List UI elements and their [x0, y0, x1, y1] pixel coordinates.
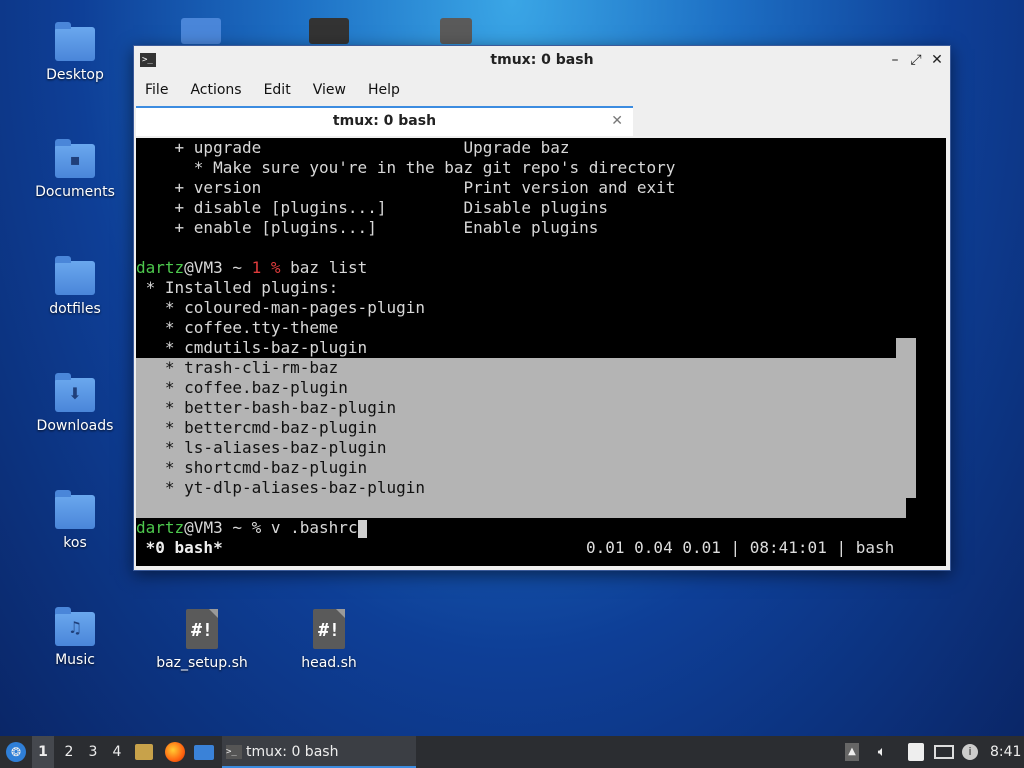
output-line: * shortcmd-baz-plugin [136, 458, 368, 477]
menu-edit[interactable]: Edit [253, 82, 302, 98]
task-label: tmux: 0 bash [246, 744, 339, 760]
tab-bar: tmux: 0 bash ✕ [134, 104, 950, 136]
tmux-status-left: *0 bash* [136, 538, 223, 557]
terminal-line: + upgrade Upgrade baz [136, 138, 570, 157]
terminal-line: * Make sure you're in the baz git repo's… [136, 158, 676, 177]
workspace-3[interactable]: 3 [84, 736, 102, 768]
icon-label: baz_setup.sh [156, 655, 248, 671]
output-line: * yt-dlp-aliases-baz-plugin [136, 478, 425, 497]
tab-tmux[interactable]: tmux: 0 bash ✕ [136, 106, 633, 136]
icon-label: Music [55, 652, 95, 668]
music-folder-icon: ♫ [55, 607, 95, 646]
baz-setup-script[interactable]: #! baz_setup.sh [152, 609, 252, 671]
terminal-line: + enable [plugins...] Enable plugins [136, 218, 599, 237]
start-menu-icon[interactable]: ❂ [6, 742, 26, 762]
head-script[interactable]: #! head.sh [279, 609, 379, 671]
text-cursor [357, 519, 367, 538]
prompt-host: @VM3 ~ % [184, 518, 271, 537]
menu-bar: File Actions Edit View Help [134, 76, 950, 104]
firefox-icon[interactable] [165, 742, 185, 762]
terminal-output[interactable]: + upgrade Upgrade baz * Make sure you're… [136, 138, 946, 566]
tab-label: tmux: 0 bash [332, 113, 437, 129]
command: baz list [290, 258, 368, 277]
volume-icon[interactable]: 🔈︎ [872, 736, 892, 768]
partial-file-icon[interactable] [440, 18, 472, 44]
downloads-folder[interactable]: ⬇ Downloads [25, 373, 125, 434]
command: v .bashrc [270, 518, 358, 537]
output-line: * coloured-man-pages-plugin [136, 298, 425, 317]
text-selection [136, 498, 906, 518]
terminal-window[interactable]: >_ tmux: 0 bash – ⤢ ✕ File Actions Edit … [133, 45, 951, 571]
text-selection [896, 338, 916, 358]
exit-code: 1 [251, 258, 262, 277]
output-line: * Installed plugins: [136, 278, 339, 297]
terminal-task-icon: >_ [226, 745, 242, 759]
output-line: * coffee.tty-theme [136, 318, 339, 337]
output-line: * bettercmd-baz-plugin [136, 418, 377, 437]
maximize-button[interactable]: ⤢ [907, 51, 925, 69]
prompt-line: dartz@VM3 ~ % v .bashrc [136, 518, 367, 538]
prompt-user: dartz [136, 258, 185, 277]
clock[interactable]: 8:41 [990, 736, 1022, 768]
script-file-icon: #! [186, 609, 218, 649]
workspace-2[interactable]: 2 [60, 736, 78, 768]
notification-icon[interactable]: i [962, 744, 978, 760]
prompt-line: dartz@VM3 ~ 1 % baz list [136, 258, 367, 278]
folder-icon [55, 22, 95, 61]
icon-label: Documents [35, 184, 115, 200]
output-line: * cmdutils-baz-plugin [136, 338, 368, 357]
prompt-symbol: % [261, 258, 291, 277]
folder-icon [55, 490, 95, 529]
output-line: * trash-cli-rm-baz [136, 358, 339, 377]
show-desktop-icon[interactable] [194, 745, 214, 760]
window-title: tmux: 0 bash [490, 52, 594, 68]
menu-help[interactable]: Help [357, 82, 411, 98]
icon-label: kos [63, 535, 87, 551]
prompt-user: dartz [136, 518, 185, 537]
dotfiles-folder[interactable]: dotfiles [25, 256, 125, 317]
title-bar[interactable]: >_ tmux: 0 bash – ⤢ ✕ [134, 46, 950, 76]
icon-label: Downloads [36, 418, 114, 434]
tmux-status-right: 0.01 0.04 0.01 | 08:41:01 | bash [586, 538, 895, 557]
output-line: * better-bash-baz-plugin [136, 398, 397, 417]
prompt-host: @VM3 ~ [184, 258, 252, 277]
partial-folder-icon[interactable] [181, 18, 221, 44]
minimize-button[interactable]: – [886, 51, 904, 69]
menu-view[interactable]: View [302, 82, 357, 98]
script-file-icon: #! [313, 609, 345, 649]
icon-label: dotfiles [49, 301, 101, 317]
tray-up-icon[interactable]: ▲ [845, 743, 859, 761]
workspace-4[interactable]: 4 [108, 736, 126, 768]
icon-label: head.sh [301, 655, 357, 671]
menu-file[interactable]: File [134, 82, 179, 98]
desktop-folder[interactable]: Desktop [25, 22, 125, 83]
clipboard-icon[interactable] [908, 743, 924, 761]
music-folder[interactable]: ♫ Music [25, 607, 125, 668]
tab-close-icon[interactable]: ✕ [611, 108, 623, 134]
documents-folder-icon: ▪ [55, 139, 95, 178]
output-line: * coffee.baz-plugin [136, 378, 348, 397]
close-button[interactable]: ✕ [928, 51, 946, 69]
terminal-line: + disable [plugins...] Disable plugins [136, 198, 609, 217]
kos-folder[interactable]: kos [25, 490, 125, 551]
downloads-folder-icon: ⬇ [55, 373, 95, 412]
documents-folder[interactable]: ▪ Documents [25, 139, 125, 200]
taskbar-task-tmux[interactable]: >_ tmux: 0 bash [222, 736, 416, 768]
menu-actions[interactable]: Actions [179, 82, 252, 98]
network-icon[interactable] [934, 745, 954, 759]
folder-icon [55, 256, 95, 295]
terminal-line: + version Print version and exit [136, 178, 676, 197]
file-manager-icon[interactable] [135, 744, 153, 760]
workspace-1[interactable]: 1 [32, 736, 54, 768]
icon-label: Desktop [46, 67, 104, 83]
taskbar: ❂ 1 2 3 4 >_ tmux: 0 bash ▲ 🔈︎ i 8:41 [0, 736, 1024, 768]
partial-folder-icon[interactable] [309, 18, 349, 44]
output-line: * ls-aliases-baz-plugin [136, 438, 387, 457]
